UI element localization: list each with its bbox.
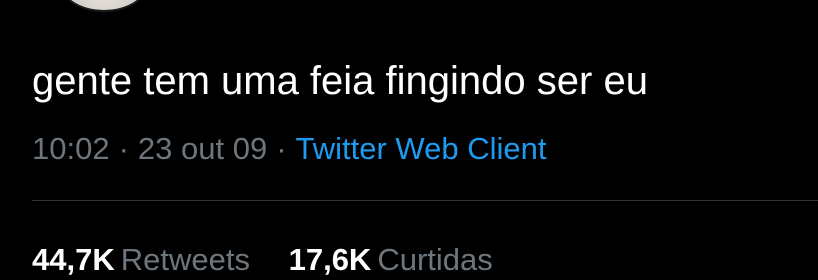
tweet-meta: 10:02 · 23 out 09 · Twitter Web Client <box>32 129 546 169</box>
likes-label: Curtidas <box>377 242 493 277</box>
divider <box>32 200 818 201</box>
meta-separator: · <box>276 131 287 166</box>
retweets-label: Retweets <box>120 242 250 277</box>
retweets-stat[interactable]: 44,7K Retweets <box>32 240 250 280</box>
retweets-count: 44,7K <box>32 242 115 277</box>
avatar[interactable] <box>58 0 150 12</box>
meta-separator: · <box>118 131 129 166</box>
likes-stat[interactable]: 17,6K Curtidas <box>289 240 493 280</box>
tweet-text: gente tem uma feia fingindo ser eu <box>32 59 648 103</box>
likes-count: 17,6K <box>288 242 372 277</box>
tweet-client-link[interactable]: Twitter Web Client <box>296 131 547 166</box>
tweet-date[interactable]: 23 out 09 <box>138 131 267 166</box>
tweet-time[interactable]: 10:02 <box>32 131 110 166</box>
tweet-stats: 44,7K Retweets 17,6K Curtidas <box>32 240 523 280</box>
